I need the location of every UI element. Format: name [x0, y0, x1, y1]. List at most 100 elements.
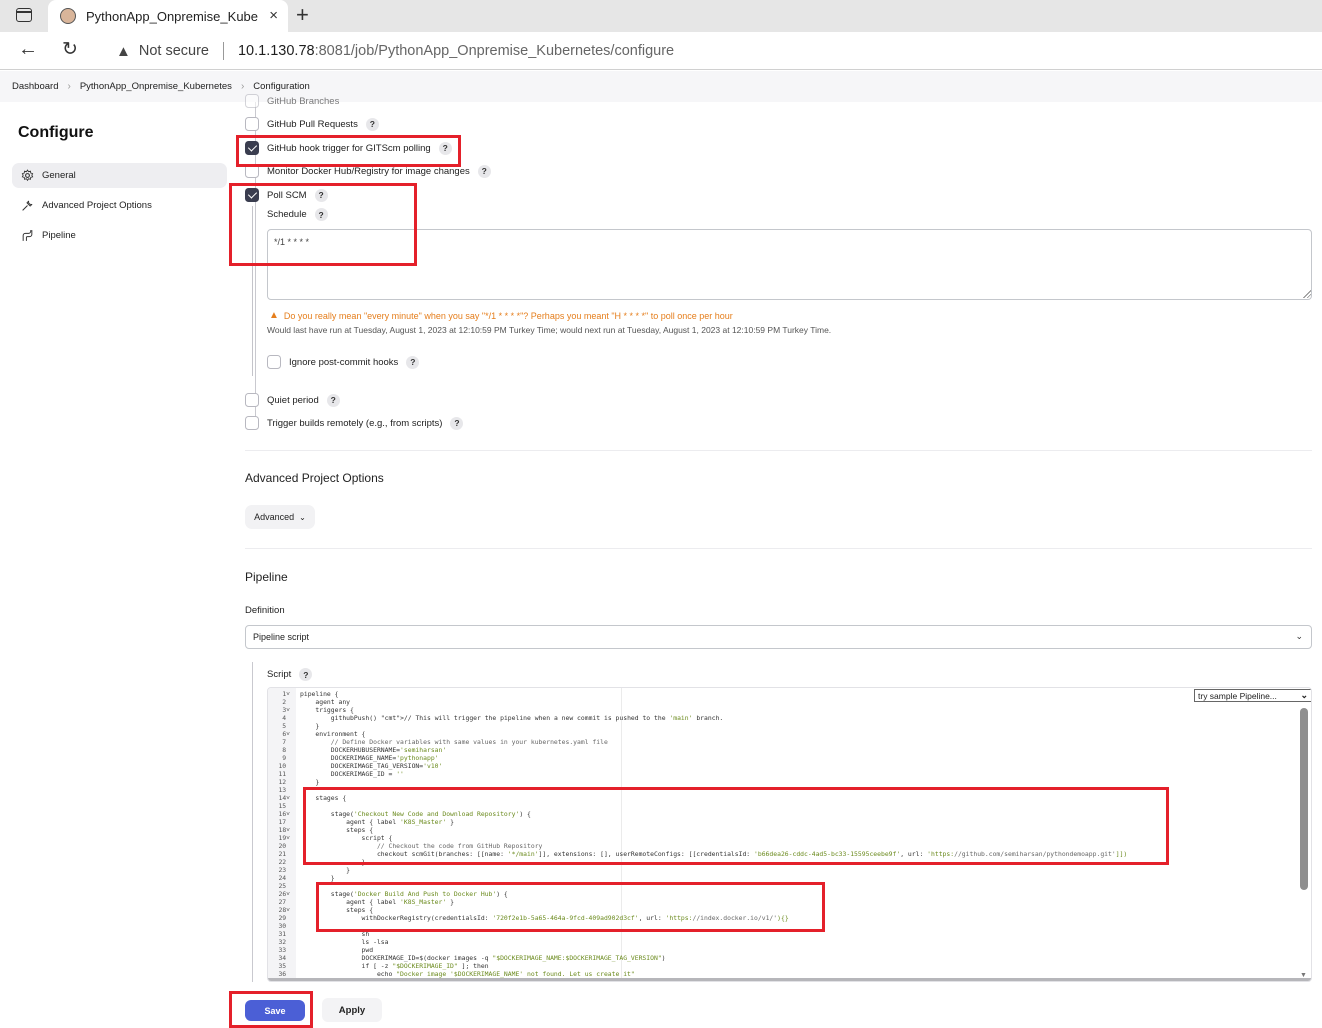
new-tab-button[interactable]: +	[296, 2, 309, 28]
script-label-row: Script ?	[267, 668, 313, 681]
breadcrumb-configuration[interactable]: Configuration	[253, 81, 310, 92]
checkbox-poll-scm[interactable]	[245, 188, 259, 202]
line-number: 8	[282, 746, 290, 754]
help-icon[interactable]: ?	[314, 188, 328, 202]
help-icon[interactable]: ?	[477, 164, 491, 178]
sidebar-item-advanced-project-options[interactable]: Advanced Project Options	[12, 193, 227, 218]
editor-horizontal-scrollbar[interactable]	[268, 978, 1311, 981]
checkbox-row-ignore-post-commit[interactable]: Ignore post-commit hooks ?	[267, 355, 420, 369]
close-tab-icon[interactable]: ×	[269, 7, 278, 24]
code-line: 11 DOCKERIMAGE_ID = ''	[268, 770, 1127, 778]
help-icon[interactable]: ?	[326, 393, 340, 407]
checkbox-github-hook[interactable]	[245, 141, 259, 155]
script-indent-line	[252, 662, 253, 982]
checkbox-label: Monitor Docker Hub/Registry for image ch…	[267, 165, 470, 177]
checkbox-row-quiet-period[interactable]: Quiet period ?	[245, 393, 340, 407]
reload-icon[interactable]: ↻	[62, 38, 78, 61]
help-icon[interactable]: ?	[314, 208, 328, 221]
advanced-button[interactable]: Advanced ⌄	[245, 505, 315, 529]
help-icon[interactable]: ?	[365, 117, 379, 131]
line-number: 25	[278, 882, 290, 890]
code-text: agent any	[300, 698, 351, 706]
schedule-warning: ▲ Do you really mean "every minute" when…	[269, 310, 733, 321]
line-number: 10	[278, 762, 290, 770]
checkbox-github-branches[interactable]	[245, 94, 259, 108]
code-text: steps {	[300, 906, 374, 914]
checkbox-docker-hub[interactable]	[245, 164, 259, 178]
code-text: }	[300, 874, 335, 882]
line-number: 16˅	[278, 810, 290, 818]
url-text[interactable]: 10.1.130.78:8081/job/PythonApp_Onpremise…	[238, 43, 674, 59]
definition-label: Definition	[245, 605, 285, 616]
security-label[interactable]: Not secure	[139, 43, 209, 59]
code-line: 18˅ steps {	[268, 826, 1127, 834]
code-line: 28˅ steps {	[268, 906, 1127, 914]
browser-tab-bar: PythonApp_Onpremise_Kubernetes × +	[0, 0, 1322, 32]
line-number: 23	[278, 866, 290, 874]
back-arrow-icon[interactable]: ←	[18, 38, 38, 61]
code-line: 29 withDockerRegistry(credentialsId: '72…	[268, 914, 1127, 922]
breadcrumb-job[interactable]: PythonApp_Onpremise_Kubernetes	[80, 81, 232, 92]
sidebar-toggle-icon[interactable]	[16, 8, 32, 22]
url-bar[interactable]: ▲ Not secure 10.1.130.78:8081/job/Python…	[100, 35, 1322, 67]
checkbox-label: Poll SCM	[267, 189, 307, 201]
code-text: }	[300, 722, 320, 730]
checkbox-row-docker-hub[interactable]: Monitor Docker Hub/Registry for image ch…	[245, 164, 491, 178]
schedule-input[interactable]	[267, 229, 1312, 300]
code-line: 6˅ environment {	[268, 730, 1127, 738]
help-icon[interactable]: ?	[438, 141, 452, 155]
line-number: 19˅	[278, 834, 290, 842]
sidebar-item-general[interactable]: General	[12, 163, 227, 188]
line-number: 34	[278, 954, 290, 962]
code-line: 26˅ stage('Docker Build And Push to Dock…	[268, 890, 1127, 898]
save-button[interactable]: Save	[245, 1000, 305, 1021]
line-number: 24	[278, 874, 290, 882]
wrench-icon	[20, 199, 34, 213]
checkbox-row-github-hook[interactable]: GitHub hook trigger for GITScm polling ?	[245, 141, 452, 155]
checkbox-row-github-branches[interactable]: GitHub Branches	[245, 94, 339, 108]
checkbox-ignore-post-commit[interactable]	[267, 355, 281, 369]
checkbox-label: Trigger builds remotely (e.g., from scri…	[267, 417, 443, 429]
code-line: 8 DOCKERHUBUSERNAME='semiharsan'	[268, 746, 1127, 754]
checkbox-quiet-period[interactable]	[245, 393, 259, 407]
chevron-down-icon: ⌄	[299, 512, 306, 522]
checkbox-row-github-pull-requests[interactable]: GitHub Pull Requests ?	[245, 117, 379, 131]
line-number: 36	[278, 970, 290, 978]
help-icon[interactable]: ?	[406, 355, 420, 369]
code-text: // Checkout the code from GitHub Reposit…	[300, 842, 543, 850]
definition-select[interactable]: Pipeline script ⌄	[245, 625, 1312, 649]
help-icon[interactable]: ?	[450, 416, 464, 430]
code-content[interactable]: 1˅ pipeline {2 agent any 3˅ triggers {4 gi…	[268, 690, 1128, 981]
code-line: 25	[268, 882, 1127, 890]
code-text: checkout scmGit(branches: [[name: '*/mai…	[300, 850, 1128, 858]
checkbox-github-pull-requests[interactable]	[245, 117, 259, 131]
section-divider	[245, 548, 1312, 549]
code-text: }	[300, 858, 366, 866]
apply-button[interactable]: Apply	[322, 998, 382, 1022]
section-divider	[245, 450, 1312, 451]
code-text: stage('Checkout New Code and Download Re…	[300, 810, 531, 818]
line-number: 29	[278, 914, 290, 922]
line-number: 15	[278, 802, 290, 810]
resize-handle-icon[interactable]	[1303, 290, 1311, 298]
checkbox-row-trigger-remote[interactable]: Trigger builds remotely (e.g., from scri…	[245, 416, 464, 430]
try-sample-pipeline-select[interactable]: try sample Pipeline... ⌄	[1194, 689, 1311, 702]
definition-value: Pipeline script	[253, 632, 310, 642]
code-text: pipeline {	[300, 690, 339, 698]
poll-scm-indent-line	[252, 206, 253, 376]
chevron-down-icon: ⌄	[1295, 631, 1303, 641]
checkbox-row-poll-scm[interactable]: Poll SCM ?	[245, 188, 328, 202]
code-line: 30	[268, 922, 1127, 930]
sidebar-item-label: Advanced Project Options	[42, 200, 152, 211]
line-number: 6˅	[282, 730, 290, 738]
sidebar-item-pipeline[interactable]: Pipeline	[12, 223, 227, 248]
editor-vertical-scrollbar[interactable]	[1300, 708, 1308, 890]
help-icon[interactable]: ?	[299, 668, 313, 681]
code-line: 12 }	[268, 778, 1127, 786]
code-text: stage('Docker Build And Push to Docker H…	[300, 890, 508, 898]
checkbox-trigger-remote[interactable]	[245, 416, 259, 430]
chevron-down-icon: ⌄	[1300, 690, 1308, 700]
pipeline-script-editor[interactable]: 1˅ pipeline {2 agent any 3˅ triggers {4 gi…	[267, 687, 1312, 982]
browser-tab[interactable]: PythonApp_Onpremise_Kubernetes ×	[48, 0, 288, 32]
breadcrumb-dashboard[interactable]: Dashboard	[12, 81, 58, 92]
